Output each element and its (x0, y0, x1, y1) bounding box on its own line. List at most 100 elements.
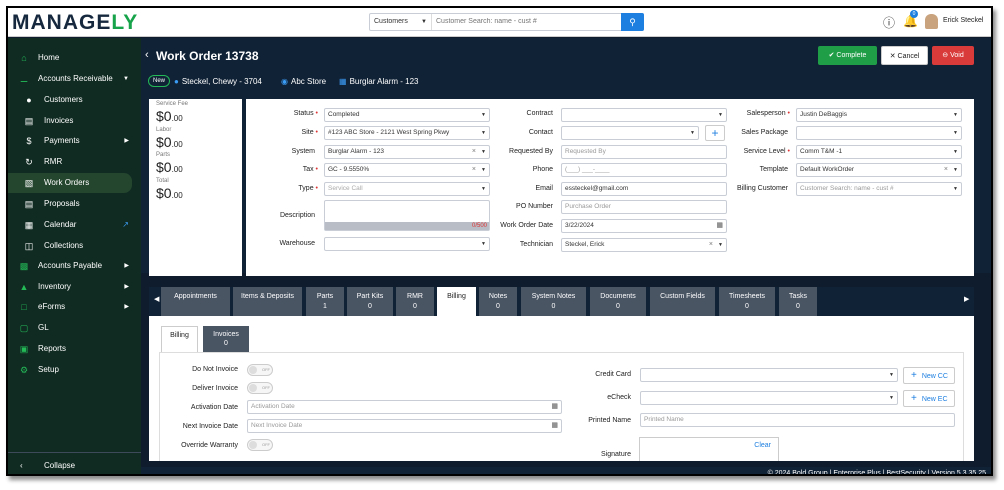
clear-icon[interactable]: × (472, 146, 476, 158)
calendar-icon[interactable]: ▦ (716, 220, 723, 232)
next-invoice-date-input[interactable]: Next Invoice Date ▦ (247, 419, 562, 433)
clear-icon[interactable]: × (944, 164, 948, 176)
tab-items-deposits[interactable]: Items & Deposits (233, 287, 302, 316)
billing-customer-select[interactable]: Customer Search: name - cust # ▼ (796, 182, 962, 196)
search-button[interactable]: ⚲ (621, 13, 644, 31)
search-input[interactable] (436, 14, 616, 30)
template-select[interactable]: Default WorkOrder × ▼ (796, 163, 962, 177)
sidebar-item-payments[interactable]: $ Payments ▶ (8, 131, 141, 151)
echeck-select[interactable]: ▼ (640, 391, 898, 405)
work-order-date-input[interactable]: 3/22/2024 ▦ (561, 219, 727, 233)
scroll-left-icon[interactable]: ◀ (154, 295, 159, 303)
scroll-right-icon[interactable]: ▶ (964, 295, 969, 303)
site-select[interactable]: #123 ABC Store - 2121 West Spring Pkwy ▼ (324, 126, 490, 140)
search-scope-select[interactable]: Customers ▼ (370, 14, 432, 30)
tab-custom-fields[interactable]: Custom Fields (650, 287, 715, 316)
sidebar-item-inventory[interactable]: ▲ Inventory ▶ (8, 277, 141, 297)
collapse-button[interactable]: ‹ Collapse (8, 452, 141, 474)
plus-icon: + (911, 370, 917, 381)
new-cc-button[interactable]: + New CC (903, 367, 955, 384)
sidebar-item-eforms[interactable]: □ eForms ▶ (8, 297, 141, 317)
user-circle-icon: ● (174, 77, 179, 86)
avatar[interactable] (925, 14, 938, 29)
status-select[interactable]: Completed ▼ (324, 108, 490, 122)
warehouse-select[interactable]: ▼ (324, 237, 490, 251)
tab-documents[interactable]: Documents 0 (590, 287, 646, 316)
parts-value: $0.00 (156, 159, 183, 175)
labor-label: Labor (156, 127, 172, 133)
sidebar-item-proposals[interactable]: ▤ Proposals (8, 194, 141, 214)
tab-appointments[interactable]: Appointments (161, 287, 230, 316)
user-name[interactable]: Erick Steckel (943, 17, 983, 24)
tab-timesheets[interactable]: Timesheets 0 (719, 287, 775, 316)
sidebar-item-gl[interactable]: ▢ GL (8, 318, 141, 338)
tab-tasks[interactable]: Tasks 0 (779, 287, 817, 316)
do-not-invoice-toggle[interactable]: OFF (247, 364, 273, 376)
clear-signature-button[interactable]: Clear (754, 442, 771, 449)
technician-select[interactable]: Steckel, Erick × ▼ (561, 238, 727, 252)
tab-rmr[interactable]: RMR 0 (396, 287, 434, 316)
deliver-invoice-toggle[interactable]: OFF (247, 382, 273, 394)
tab-notes[interactable]: Notes 0 (479, 287, 517, 316)
new-ec-button[interactable]: + New EC (903, 390, 955, 407)
contact-select[interactable]: ▼ (561, 126, 699, 140)
header-system[interactable]: ▦ Burglar Alarm - 123 (339, 77, 418, 86)
parts-label: Parts (156, 152, 171, 158)
sidebar-item-collections[interactable]: ◫ Collections (8, 236, 141, 256)
salesperson-select[interactable]: Justin DeBaggis ▼ (796, 108, 962, 122)
email-input[interactable]: essteckel@gmail.com (561, 182, 727, 196)
tab-billing[interactable]: Billing (437, 287, 476, 316)
calendar-icon[interactable]: ▦ (551, 401, 558, 413)
contract-select[interactable]: ▼ (561, 108, 727, 122)
header-customer[interactable]: ● Steckel, Chewy - 3704 (174, 77, 262, 86)
system-link[interactable]: Burglar Alarm - 123 (350, 77, 419, 86)
credit-card-select[interactable]: ▼ (640, 368, 898, 382)
signature-pad[interactable]: Clear (639, 437, 779, 461)
sidebar-item-invoices[interactable]: ▤ Invoices (8, 111, 141, 131)
description-textarea[interactable]: 0/500 (324, 200, 490, 231)
po-number-input[interactable]: Purchase Order (561, 200, 727, 214)
header-location[interactable]: ◉ Abc Store (281, 77, 326, 86)
subtab-billing[interactable]: Billing (161, 326, 198, 352)
sidebar-item-reports[interactable]: ▣ Reports (8, 339, 141, 359)
override-warranty-toggle[interactable]: OFF (247, 439, 273, 451)
void-button[interactable]: ⊖ Void (932, 46, 974, 65)
back-arrow-icon[interactable]: ‹ (145, 49, 149, 61)
logo[interactable]: MANAGELY (12, 10, 137, 35)
requested-by-input[interactable]: Requested By (561, 145, 727, 159)
sales-package-select[interactable]: ▼ (796, 126, 962, 140)
tab-parts[interactable]: Parts 1 (306, 287, 344, 316)
subtab-invoices[interactable]: Invoices 0 (203, 326, 249, 352)
tax-select[interactable]: GC - 9.5550% × ▼ (324, 163, 490, 177)
sidebar-item-calendar[interactable]: ▦ Calendar ↗ (8, 215, 141, 235)
location-link[interactable]: Abc Store (291, 77, 326, 86)
phone-input[interactable]: (___) ___-____ (561, 163, 727, 177)
complete-button[interactable]: ✔ Complete (818, 46, 877, 65)
help-icon[interactable]: ⓘ (883, 14, 895, 31)
work-order-date-label: Work Order Date (500, 222, 553, 229)
calendar-icon[interactable]: ▦ (551, 420, 558, 432)
system-icon: ▦ (339, 77, 347, 86)
sidebar-item-accounts-payable[interactable]: ▩ Accounts Payable ▶ (8, 256, 141, 276)
sidebar-item-customers[interactable]: ● Customers (8, 90, 141, 110)
tab-part-kits[interactable]: Part Kits 0 (347, 287, 393, 316)
document-icon: ▤ (24, 199, 34, 209)
clear-icon[interactable]: × (709, 239, 713, 251)
customer-link[interactable]: Steckel, Chewy - 3704 (182, 77, 262, 86)
payable-icon: ▩ (19, 261, 29, 271)
add-contact-button[interactable]: + (705, 125, 725, 141)
clear-icon[interactable]: × (472, 164, 476, 176)
sidebar-item-accounts-receivable[interactable]: ⚊ Accounts Receivable ▼ (8, 69, 141, 89)
service-level-select[interactable]: Comm T&M -1 ▼ (796, 145, 962, 159)
cancel-button[interactable]: ✕ Cancel (881, 46, 928, 65)
sidebar-item-home[interactable]: ⌂ Home (8, 48, 141, 68)
type-select[interactable]: Service Call ▼ (324, 182, 490, 196)
sidebar-item-work-orders[interactable]: ▧ Work Orders (8, 173, 132, 193)
activation-date-input[interactable]: Activation Date ▦ (247, 400, 562, 414)
tab-system-notes[interactable]: System Notes 0 (521, 287, 586, 316)
external-link-icon[interactable]: ↗ (122, 215, 129, 235)
system-select[interactable]: Burglar Alarm - 123 × ▼ (324, 145, 490, 159)
sidebar-item-setup[interactable]: ⚙ Setup (8, 360, 141, 380)
printed-name-input[interactable]: Printed Name (640, 413, 955, 427)
sidebar-item-rmr[interactable]: ↻ RMR (8, 152, 141, 172)
